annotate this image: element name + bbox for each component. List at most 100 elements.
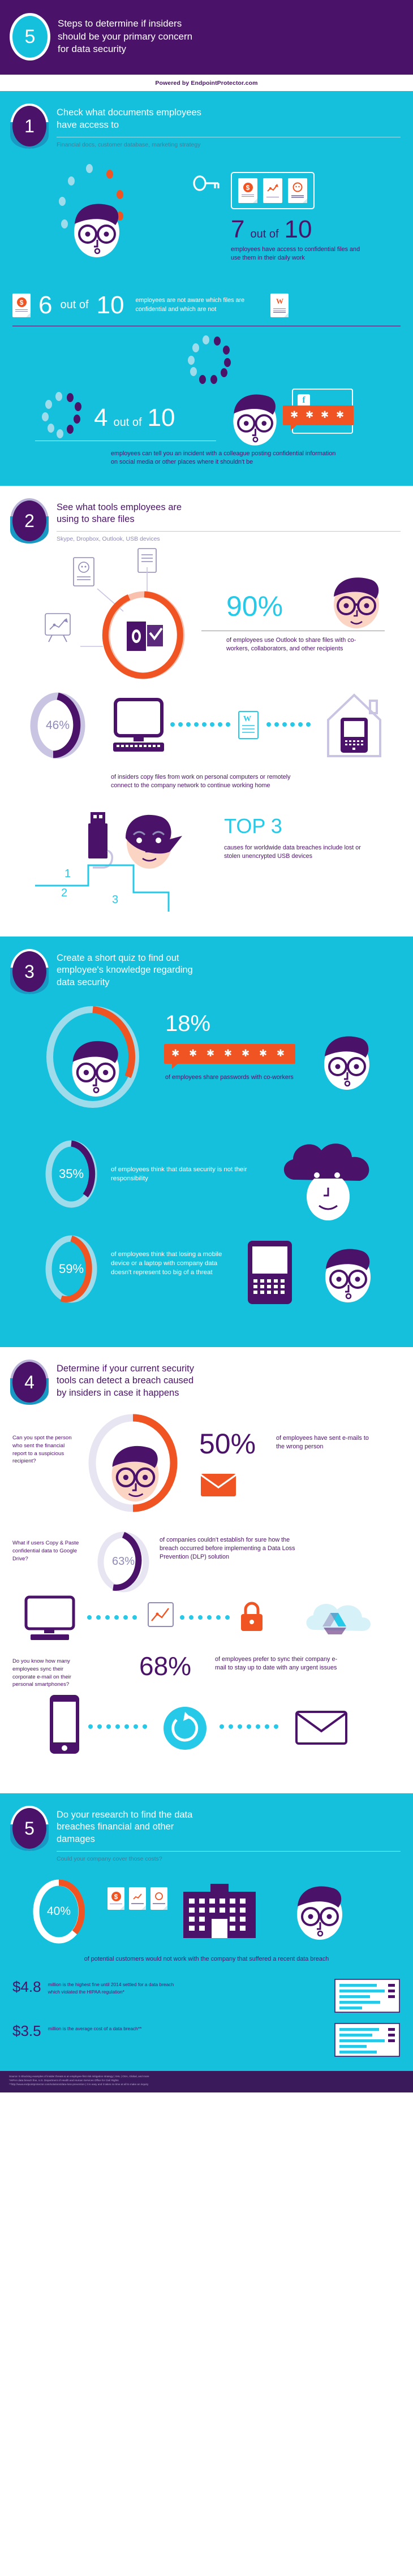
stat-6-description: employees are not aware which files are … <box>135 297 245 313</box>
step-chart-label-2: 2 <box>61 886 68 899</box>
dollar-document-icon-2: $ <box>12 293 31 317</box>
home-laptop-icon <box>327 693 381 758</box>
stat-7-mid: out of <box>250 227 279 240</box>
password-bubble-icon: ✱ ✱ ✱ ✱ <box>283 405 354 430</box>
document-icon-1: $ <box>107 1887 124 1910</box>
section-4: 4 Determine if your current security too… <box>0 1347 413 1793</box>
stat-59-value: 59% <box>58 1261 84 1276</box>
section-3-title-line-1: Create a short quiz to find out <box>57 952 179 963</box>
section-4-title-line-3: by insiders in case it happens <box>57 1388 179 1399</box>
section-1-title-line-1: Check what documents employees <box>57 107 201 118</box>
stat-6-value: 6 <box>38 291 53 319</box>
word-document-icon-cyan: W <box>238 711 259 740</box>
stat-18-value: 18% <box>165 1011 211 1036</box>
desktop-computer-icon <box>113 698 164 752</box>
section-2-title-line-1: See what tools employees are <box>57 502 182 512</box>
stat-50-description: of employees have sent e-mails to the wr… <box>276 1434 369 1451</box>
stat-63-description: of companies couldn't establish for sure… <box>160 1536 295 1561</box>
header-step-badge: 5 <box>10 13 50 61</box>
stat-46-value: 46% <box>45 719 70 732</box>
stat-90-value: 90% <box>226 590 283 623</box>
section-1-number: 1 <box>24 116 35 136</box>
face-icon-5 <box>324 1036 369 1090</box>
stat-4-mid: out of <box>113 416 142 429</box>
section-5-rule <box>57 1851 401 1852</box>
section-3-title-line-3: data security <box>57 977 110 988</box>
money-amount-2: $3.5 <box>12 2022 41 2040</box>
section-1-badge: 1 <box>10 103 49 149</box>
data-flow-dots-6 <box>220 1724 278 1729</box>
document-icon-3 <box>150 1887 167 1910</box>
document-bars-icon-1 <box>334 1979 400 2013</box>
page-title: Steps to determine if insiders should be… <box>58 18 192 57</box>
document-bars-icon-2 <box>334 2023 400 2057</box>
face-icon-4 <box>72 1041 119 1097</box>
stat-4-total: 10 <box>147 403 175 432</box>
footnote: Source: 5 Shocking examples of insider t… <box>0 2071 413 2093</box>
section-2: 2 See what tools employees are using to … <box>0 485 413 937</box>
stat-50-value: 50% <box>199 1427 256 1460</box>
section-2-subtitle: Skype, Dropbox, Outlook, USB devices <box>57 536 160 543</box>
powered-by-label: Powered by EndpointProtector.com <box>0 75 413 91</box>
section-5-title-line-2: breaches financial and other <box>57 1822 174 1832</box>
question-3: Do you know how many employees sync thei… <box>12 1658 71 1688</box>
stat-63-value: 63% <box>111 1555 135 1568</box>
section-4-number: 4 <box>24 1371 35 1392</box>
page-header: 5 Steps to determine if insiders should … <box>0 0 413 75</box>
section-2-badge: 2 <box>10 498 49 543</box>
section-1-title-line-2: have access to <box>57 119 119 130</box>
password-bubble-icon-2: ✱ ✱ ✱ ✱ ✱ ✱ ✱ <box>164 1043 296 1069</box>
key-icon <box>193 175 220 191</box>
data-flow-dots-3 <box>87 1615 137 1620</box>
face-icon-2 <box>233 394 277 446</box>
svg-text:W: W <box>243 715 251 723</box>
tablet-icon <box>248 1240 292 1304</box>
face-icon-3 <box>334 577 379 629</box>
face-icon <box>74 204 119 257</box>
step-chart-label-1: 1 <box>64 867 71 880</box>
section-2-title-line-2: using to share files <box>57 514 135 525</box>
data-flow-dots-4 <box>180 1615 230 1620</box>
stat-68-value: 68% <box>139 1651 192 1681</box>
face-icon-7 <box>111 1446 159 1501</box>
word-document-icon: W <box>270 293 289 317</box>
section-5-subtitle: Could your company cover those costs? <box>57 1856 162 1863</box>
data-flow-dots-2 <box>266 722 311 727</box>
envelope-icon-2 <box>295 1710 347 1745</box>
page-title-line-2: should be your primary concern <box>58 31 193 42</box>
section-5-title-line-3: damages <box>57 1834 95 1845</box>
section-3-title-line-2: employee's knowledge regarding <box>57 965 193 976</box>
stat-18-description: of employees share passwords with co-wor… <box>165 1073 294 1081</box>
outlook-icon <box>127 622 163 651</box>
cloud-face-icon <box>283 1143 369 1220</box>
face-icon-8 <box>297 1886 342 1940</box>
stat-6-mid: out of <box>60 299 89 312</box>
chart-icon <box>148 1602 174 1627</box>
step-chart-label-3: 3 <box>112 893 119 906</box>
stat-68-description: of employees prefer to sync their compan… <box>215 1655 338 1672</box>
dot-ring-decorative <box>175 335 238 386</box>
donut-40: 40% <box>32 1878 86 1945</box>
google-drive-icon <box>306 1603 371 1634</box>
smartphone-icon <box>50 1694 79 1754</box>
donut-90 <box>102 590 187 680</box>
stat-7-value: 7 <box>231 215 245 243</box>
chart-board-icon-small <box>45 613 71 642</box>
donut-46: 46% <box>29 692 86 760</box>
section-1: 1 Check what documents employees have ac… <box>0 91 413 486</box>
stat-40-value: 40% <box>46 1905 71 1918</box>
stat-35-value: 35% <box>58 1166 84 1181</box>
lock-icon <box>241 1602 263 1631</box>
step-chart <box>35 864 170 912</box>
section-5-title-line-1: Do your research to find the data <box>57 1809 193 1820</box>
section-2-rule <box>57 531 401 532</box>
page-title-line-3: for data security <box>58 44 126 55</box>
document-icon-2 <box>129 1887 146 1910</box>
envelope-icon <box>200 1473 236 1496</box>
page-title-line-1: Steps to determine if insiders <box>58 18 182 29</box>
stat-4-description: employees can tell you an incident with … <box>111 450 336 465</box>
donut-59: 59% <box>44 1234 98 1304</box>
section-3-number: 3 <box>24 961 35 982</box>
dot-arc-4of10 <box>32 391 94 443</box>
donut-63: 63% <box>96 1530 150 1594</box>
